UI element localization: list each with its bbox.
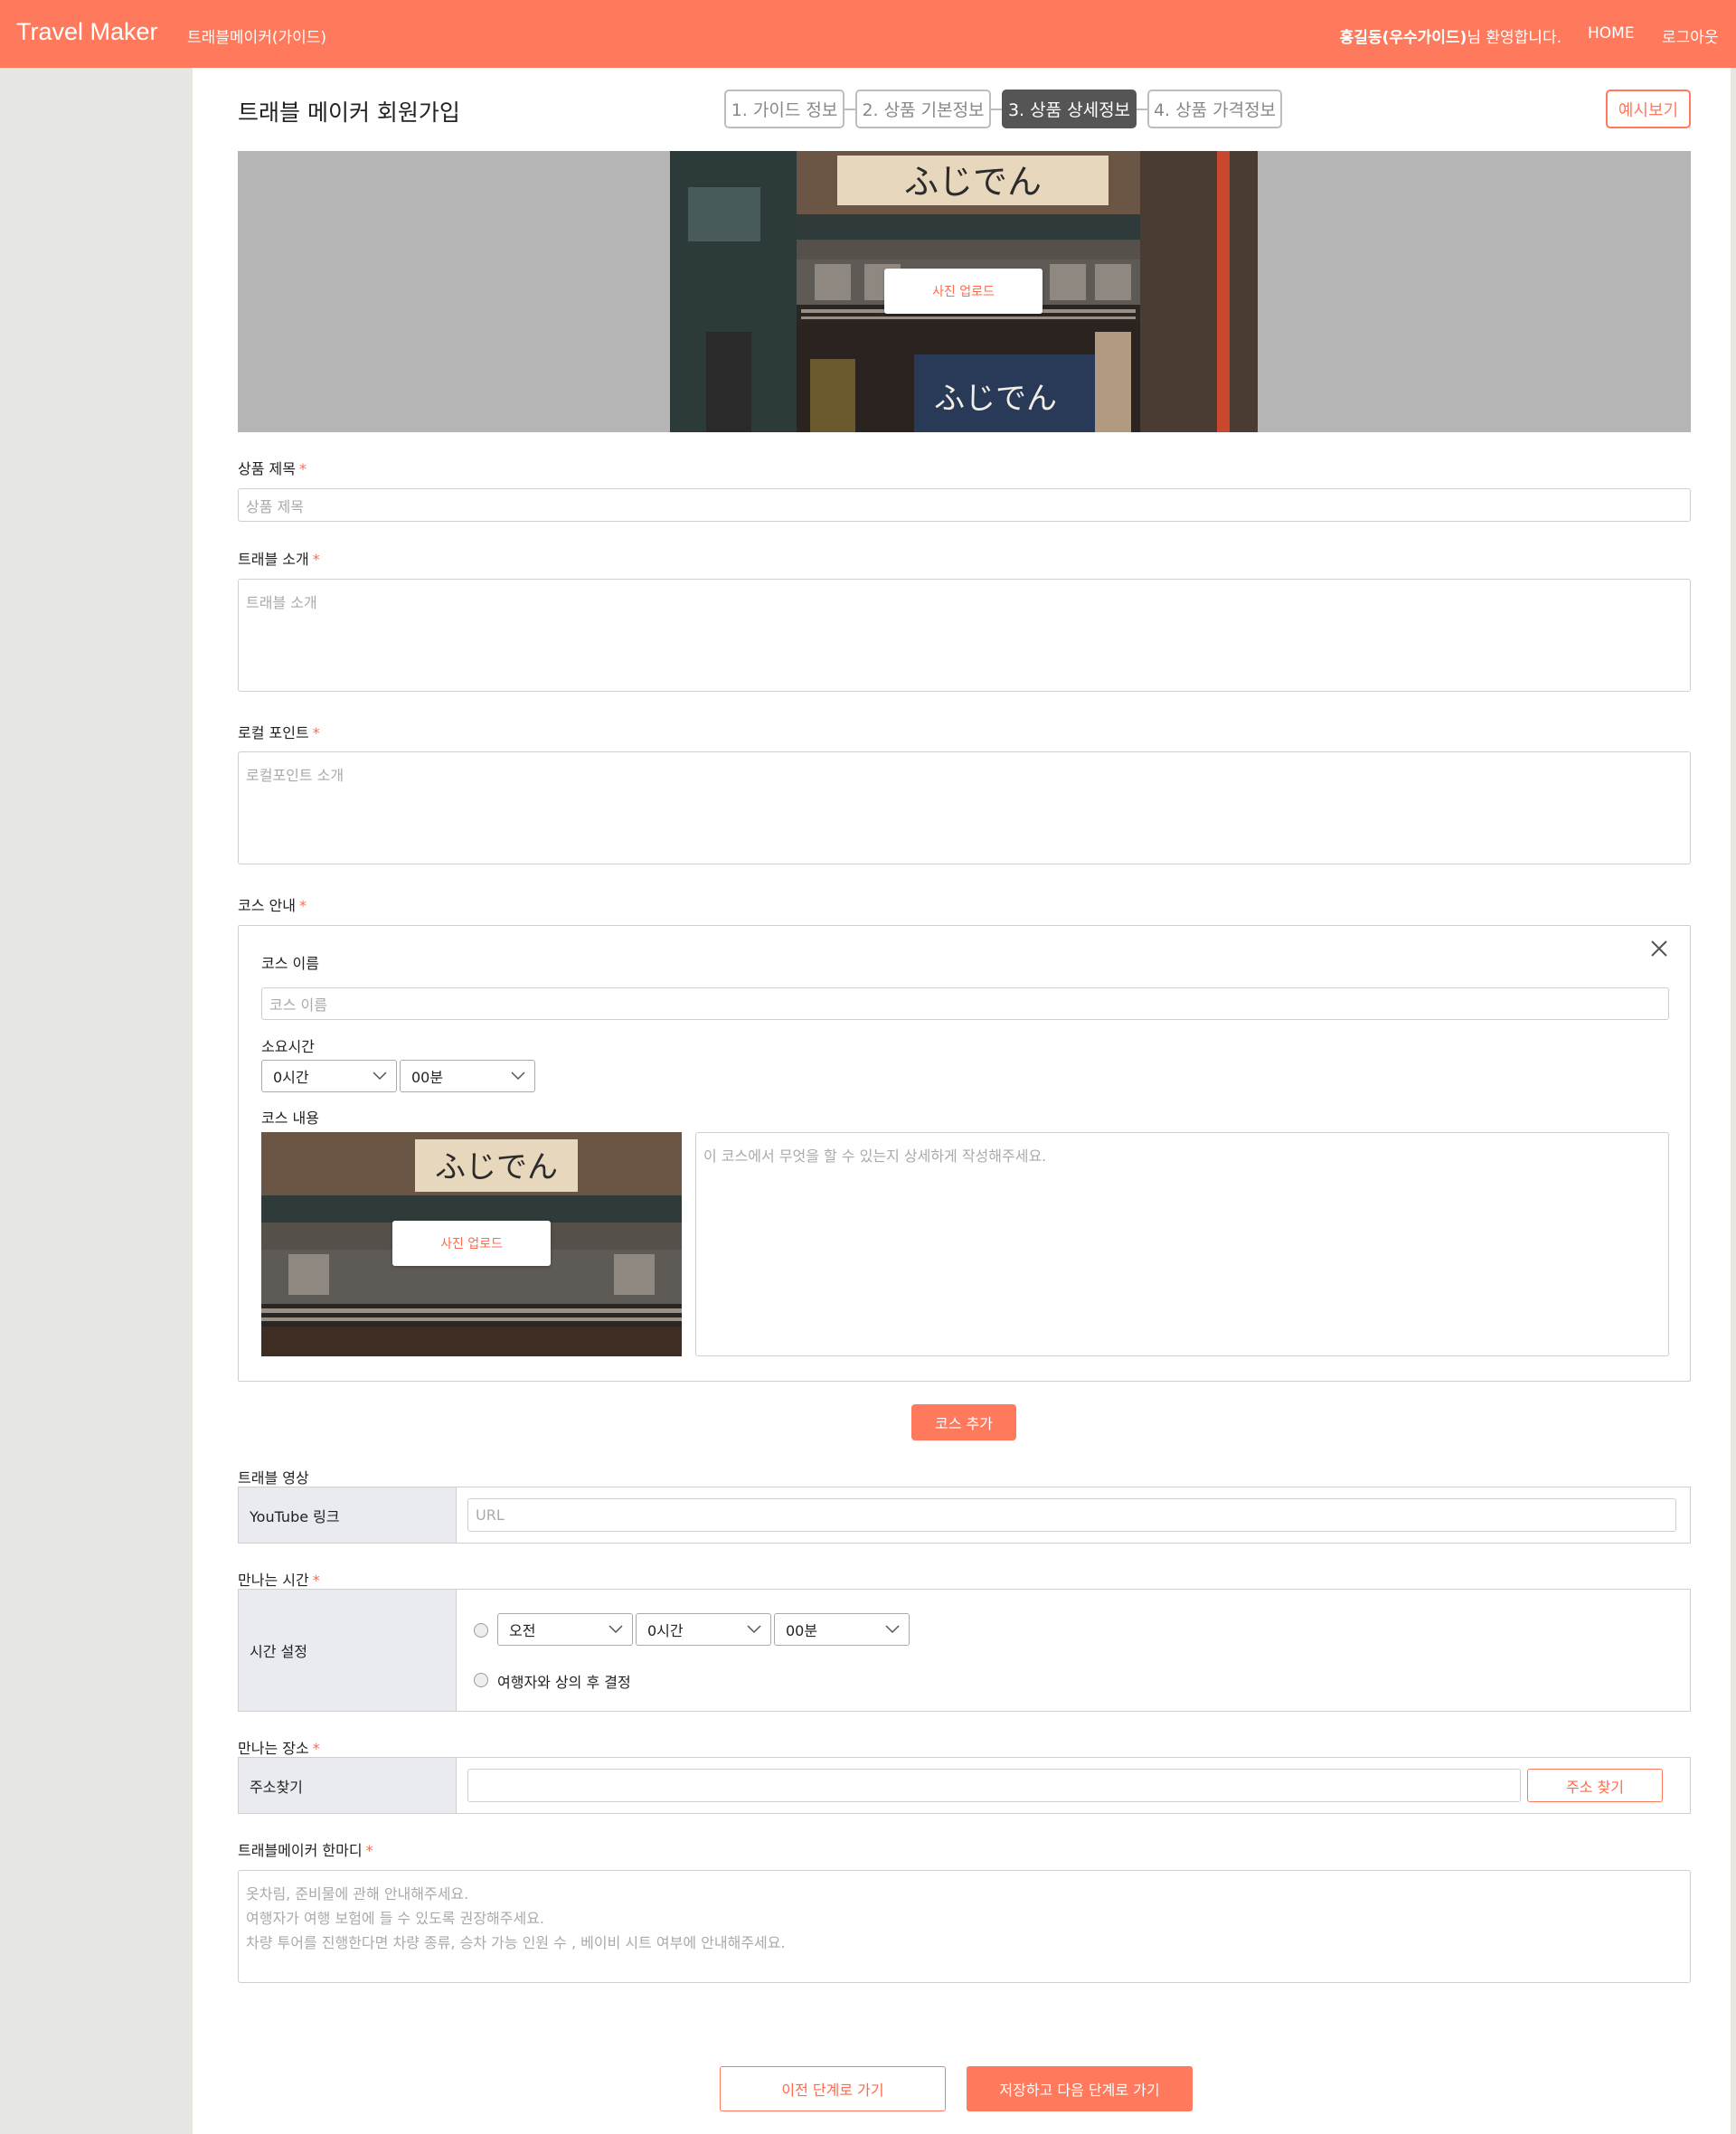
brand-logo[interactable]: Travel Maker: [16, 18, 158, 46]
local-label-text: 로컬 포인트: [238, 724, 309, 741]
address-input[interactable]: [467, 1769, 1521, 1802]
svg-text:ふじでん: ふじでん: [934, 381, 1057, 417]
meeting-time-label: 만나는 시간 *: [238, 1568, 320, 1590]
meeting-minutes-value: 00분: [786, 1622, 818, 1639]
local-point-textarea[interactable]: 로컬포인트 소개: [238, 751, 1691, 864]
user-name: 홍길동(우수가이드): [1339, 29, 1467, 47]
chevron-down-icon: [373, 1072, 387, 1081]
left-gutter: [0, 68, 193, 2134]
preview-button[interactable]: 예시보기: [1606, 90, 1691, 128]
video-table: YouTube 링크 URL: [238, 1487, 1691, 1544]
course-label-text: 코스 안내: [238, 897, 296, 914]
time-setting-header: 시간 설정: [239, 1590, 457, 1711]
course-upload-button[interactable]: 사진 업로드: [392, 1221, 551, 1266]
ampm-value: 오전: [509, 1622, 536, 1639]
youtube-url-input[interactable]: URL: [467, 1498, 1676, 1532]
duration-hours-value: 0시간: [273, 1069, 309, 1086]
welcome-message: 홍길동(우수가이드)님 환영합니다.: [1340, 24, 1561, 47]
local-point-label: 로컬 포인트 *: [238, 721, 320, 742]
page-title: 트래블 메이커 회원가입: [238, 99, 460, 126]
required-mark: *: [298, 897, 307, 914]
intro-label-text: 트래블 소개: [238, 551, 309, 568]
chevron-down-icon: [885, 1625, 900, 1634]
banner-upload-button[interactable]: 사진 업로드: [884, 269, 1043, 314]
course-label: 코스 안내 *: [238, 893, 307, 915]
meeting-place-table: 주소찾기 주소 찾기: [238, 1757, 1691, 1814]
home-link[interactable]: HOME: [1588, 24, 1635, 42]
welcome-suffix: 님 환영합니다.: [1467, 29, 1561, 47]
meeting-place-label: 만나는 장소 *: [238, 1736, 320, 1758]
right-gutter: [1731, 68, 1736, 2134]
chevron-down-icon: [609, 1625, 623, 1634]
course-content-label: 코스 내용: [261, 1109, 319, 1127]
duration-minutes-select[interactable]: 00분: [400, 1060, 535, 1092]
prev-step-button[interactable]: 이전 단계로 가기: [720, 2066, 946, 2111]
banner-photo: ふじでん ふじでん 사진 업로드: [670, 151, 1258, 432]
video-label: 트래블 영상: [238, 1469, 309, 1487]
chevron-down-icon: [747, 1625, 761, 1634]
required-mark: *: [312, 551, 320, 568]
course-content-textarea[interactable]: 이 코스에서 무엇을 할 수 있는지 상세하게 작성해주세요.: [695, 1132, 1669, 1356]
chevron-down-icon: [511, 1072, 525, 1081]
meeting-hours-select[interactable]: 0시간: [636, 1613, 771, 1646]
top-header: Travel Maker 트래블메이커(가이드) 홍길동(우수가이드)님 환영합…: [0, 0, 1736, 68]
svg-text:ふじでん: ふじでん: [435, 1149, 558, 1185]
step-3-detail-info[interactable]: 3. 상품 상세정보: [1002, 90, 1137, 128]
svg-text:ふじでん: ふじでん: [904, 162, 1042, 202]
product-title-input[interactable]: 상품 제목: [238, 488, 1691, 522]
step-connector: [991, 109, 1002, 110]
required-mark: *: [298, 460, 307, 477]
required-mark: *: [312, 1740, 320, 1757]
meeting-place-label-text: 만나는 장소: [238, 1740, 309, 1757]
time-discuss-radio[interactable]: [474, 1673, 488, 1687]
step-connector: [844, 109, 855, 110]
step-4-price-info[interactable]: 4. 상품 가격정보: [1147, 90, 1282, 128]
address-search-button[interactable]: 주소 찾기: [1527, 1769, 1663, 1802]
duration-minutes-value: 00분: [411, 1069, 444, 1086]
save-next-button[interactable]: 저장하고 다음 단계로 가기: [967, 2066, 1193, 2111]
logout-link[interactable]: 로그아웃: [1662, 24, 1719, 47]
step-connector: [1137, 109, 1147, 110]
title-label-text: 상품 제목: [238, 460, 296, 477]
comment-label: 트래블메이커 한마디 *: [238, 1838, 373, 1860]
required-mark: *: [312, 724, 320, 741]
meeting-minutes-select[interactable]: 00분: [774, 1613, 910, 1646]
required-mark: *: [365, 1842, 373, 1859]
banner-image-area: ふじでん ふじでん 사진 업로드: [238, 151, 1691, 432]
required-mark: *: [312, 1572, 320, 1589]
course-photo: ふじでん 사진 업로드: [261, 1132, 682, 1356]
step-1-guide-info[interactable]: 1. 가이드 정보: [724, 90, 844, 128]
title-label: 상품 제목 *: [238, 457, 307, 478]
duration-label: 소요시간: [261, 1038, 315, 1055]
time-specific-radio[interactable]: [474, 1623, 488, 1638]
step-2-basic-info[interactable]: 2. 상품 기본정보: [855, 90, 991, 128]
time-discuss-label: 여행자와 상의 후 결정: [497, 1674, 631, 1691]
add-course-button[interactable]: 코스 추가: [911, 1404, 1016, 1440]
meeting-hours-value: 0시간: [647, 1622, 684, 1639]
subnav-guide-link[interactable]: 트래블메이커(가이드): [187, 24, 326, 47]
comment-label-text: 트래블메이커 한마디: [238, 1842, 363, 1859]
intro-label: 트래블 소개 *: [238, 547, 320, 569]
duration-hours-select[interactable]: 0시간: [261, 1060, 397, 1092]
course-name-label: 코스 이름: [261, 955, 319, 972]
course-name-input[interactable]: 코스 이름: [261, 987, 1669, 1020]
close-icon[interactable]: [1650, 940, 1668, 958]
meeting-time-label-text: 만나는 시간: [238, 1572, 309, 1589]
course-card: 코스 이름 코스 이름 소요시간 0시간 00분 코스 내용 ふじでん 사진 업…: [238, 925, 1691, 1382]
youtube-link-header: YouTube 링크: [239, 1487, 457, 1543]
address-search-header: 주소찾기: [239, 1758, 457, 1813]
travel-intro-textarea[interactable]: 트래블 소개: [238, 579, 1691, 692]
comment-textarea[interactable]: 옷차림, 준비물에 관해 안내해주세요. 여행자가 여행 보험에 들 수 있도록…: [238, 1870, 1691, 1983]
meeting-time-table: 시간 설정 오전 0시간 00분 여행자와 상의 후 결정: [238, 1589, 1691, 1712]
ampm-select[interactable]: 오전: [497, 1613, 633, 1646]
